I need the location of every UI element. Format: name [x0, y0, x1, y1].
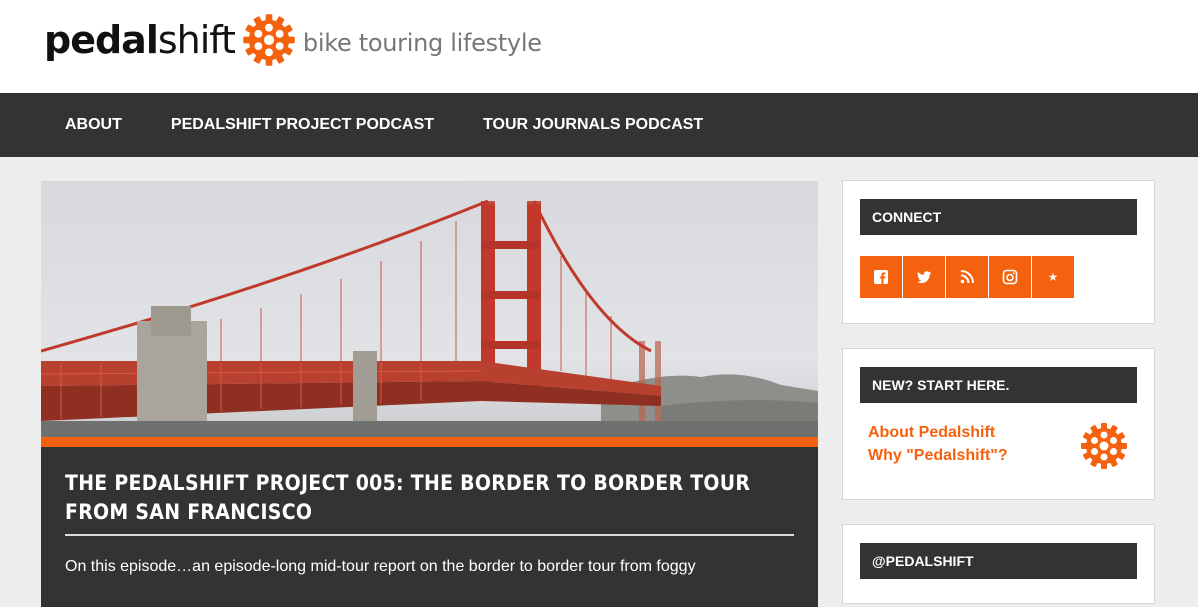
post-hero-image[interactable]: [41, 181, 818, 437]
start-here-widget: NEW? START HERE. About Pedalshift Why "P…: [842, 348, 1155, 500]
post-body: THE PEDALSHIFT PROJECT 005: THE BORDER T…: [41, 447, 818, 607]
star-button[interactable]: [1032, 256, 1074, 298]
nav-item-pedalshift-project-podcast[interactable]: PEDALSHIFT PROJECT PODCAST: [171, 116, 434, 134]
twitter-widget-title: @PEDALSHIFT: [860, 543, 1137, 579]
facebook-button[interactable]: [860, 256, 902, 298]
connect-widget: CONNECT: [842, 180, 1155, 324]
instagram-icon: [1002, 269, 1018, 285]
site-logo[interactable]: pedal shift bike touring lifestyle: [44, 10, 542, 70]
instagram-button[interactable]: [989, 256, 1031, 298]
nav-item-about[interactable]: ABOUT: [65, 116, 122, 134]
social-links: [860, 256, 1137, 298]
twitter-button[interactable]: [903, 256, 945, 298]
star-icon: [1048, 272, 1058, 281]
gear-logo-icon: [243, 14, 295, 66]
gear-icon: [1081, 423, 1127, 469]
post-accent-bar: [41, 437, 818, 447]
rss-icon: [960, 270, 974, 284]
site-header: pedal shift bike touring lifestyle: [0, 0, 1198, 93]
logo-text-bold: pedal: [44, 18, 159, 62]
logo-text-light: shift: [157, 18, 236, 62]
post-title[interactable]: THE PEDALSHIFT PROJECT 005: THE BORDER T…: [65, 469, 794, 536]
tagline: bike touring lifestyle: [302, 29, 542, 57]
connect-title: CONNECT: [860, 199, 1137, 235]
start-here-title: NEW? START HERE.: [860, 367, 1137, 403]
twitter-icon: [917, 271, 931, 284]
post-excerpt: On this episode…an episode-long mid-tour…: [65, 558, 696, 575]
golden-gate-bridge-photo: [41, 181, 818, 437]
facebook-icon: [874, 270, 888, 284]
nav-item-tour-journals-podcast[interactable]: TOUR JOURNALS PODCAST: [483, 116, 703, 134]
twitter-widget: @PEDALSHIFT: [842, 524, 1155, 604]
rss-button[interactable]: [946, 256, 988, 298]
main-nav: ABOUT PEDALSHIFT PROJECT PODCAST TOUR JO…: [0, 93, 1198, 157]
featured-post: THE PEDALSHIFT PROJECT 005: THE BORDER T…: [41, 181, 818, 607]
start-here-links: About Pedalshift Why "Pedalshift"?: [860, 421, 1137, 471]
